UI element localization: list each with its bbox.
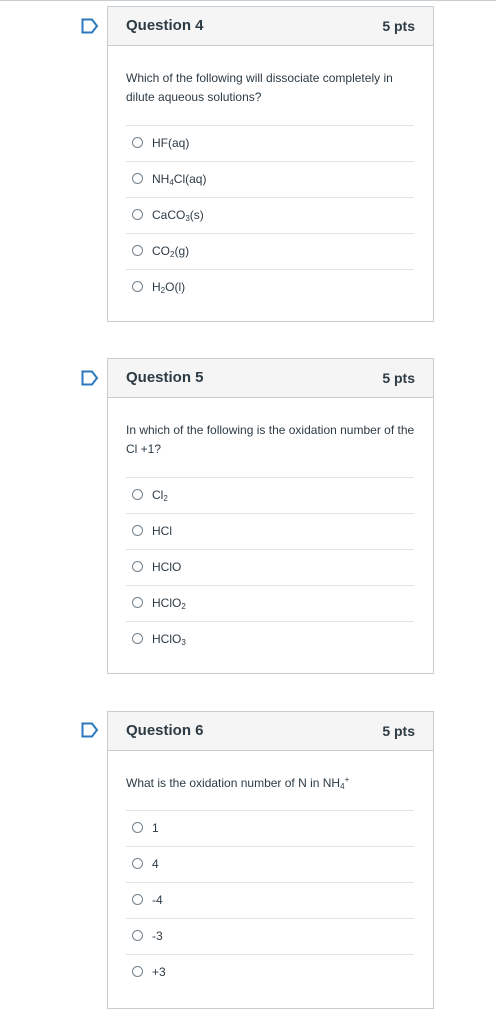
answer-label: H2O(l) [152,280,186,295]
flag-question-icon[interactable] [81,722,99,738]
flag-question-icon[interactable] [81,370,99,386]
answer-label: -4 [152,893,163,907]
answer-option[interactable]: HCl [126,513,414,549]
answer-label: HF(aq) [152,136,190,150]
question-card-4: Question 4 5 pts Which of the following … [107,6,434,322]
question-title: Question 5 [126,369,204,386]
question-points: 5 pts [382,370,415,386]
radio-circle-icon[interactable] [132,137,143,148]
question-card-6: Question 6 5 pts What is the oxidation n… [107,711,434,1009]
answer-option[interactable]: HF(aq) [126,125,414,161]
radio-circle-icon[interactable] [132,822,143,833]
question-text: In which of the following is the oxidati… [126,423,415,456]
radio-circle-icon[interactable] [132,966,143,977]
answer-list: Cl2 HCl HClO HClO2 HClO3 [126,477,414,657]
answer-option[interactable]: 4 [126,846,414,882]
answer-option[interactable]: HClO [126,549,414,585]
radio-circle-icon[interactable] [132,894,143,905]
question-title: Question 6 [126,722,204,739]
question-title: Question 4 [126,17,204,34]
answer-option[interactable]: NH4Cl(aq) [126,161,414,197]
flag-question-icon[interactable] [81,18,99,34]
radio-circle-icon[interactable] [132,930,143,941]
radio-circle-icon[interactable] [132,245,143,256]
answer-label: NH4Cl(aq) [152,172,207,187]
question-points: 5 pts [382,18,415,34]
answer-label: 1 [152,821,159,835]
answer-label: HClO3 [152,632,186,647]
radio-circle-icon[interactable] [132,633,143,644]
answer-option[interactable]: CO2(g) [126,233,414,269]
answer-label: -3 [152,929,163,943]
answer-label: CO2(g) [152,244,190,259]
radio-circle-icon[interactable] [132,209,143,220]
radio-circle-icon[interactable] [132,525,143,536]
answer-label: HClO [152,560,182,574]
answer-option[interactable]: 1 [126,810,414,846]
answer-label: 4 [152,857,159,871]
answer-list: HF(aq) NH4Cl(aq) CaCO3(s) CO2(g) H2O(l) [126,125,414,305]
question-card-5: Question 5 5 pts In which of the followi… [107,358,434,674]
answer-list: 1 4 -4 -3 +3 [126,810,414,990]
answer-option[interactable]: H2O(l) [126,269,414,305]
question-points: 5 pts [382,723,415,739]
answer-label: HCl [152,524,172,538]
radio-circle-icon[interactable] [132,561,143,572]
radio-circle-icon[interactable] [132,281,143,292]
answer-option[interactable]: CaCO3(s) [126,197,414,233]
answer-label: Cl2 [152,488,168,503]
radio-circle-icon[interactable] [132,858,143,869]
radio-circle-icon[interactable] [132,489,143,500]
answer-option[interactable]: HClO3 [126,621,414,657]
question-header: Question 5 5 pts [108,359,433,398]
radio-circle-icon[interactable] [132,173,143,184]
answer-option[interactable]: -4 [126,882,414,918]
question-text: Which of the following will dissociate c… [126,71,393,104]
answer-option[interactable]: +3 [126,954,414,990]
answer-label: +3 [152,965,166,979]
question-header: Question 4 5 pts [108,7,433,46]
answer-option[interactable]: Cl2 [126,477,414,513]
answer-option[interactable]: -3 [126,918,414,954]
question-text: What is the oxidation number of N in NH4… [126,775,350,791]
answer-option[interactable]: HClO2 [126,585,414,621]
answer-label: CaCO3(s) [152,208,204,223]
answer-label: HClO2 [152,596,186,611]
radio-circle-icon[interactable] [132,597,143,608]
question-header: Question 6 5 pts [108,712,433,751]
top-divider [0,0,496,1]
